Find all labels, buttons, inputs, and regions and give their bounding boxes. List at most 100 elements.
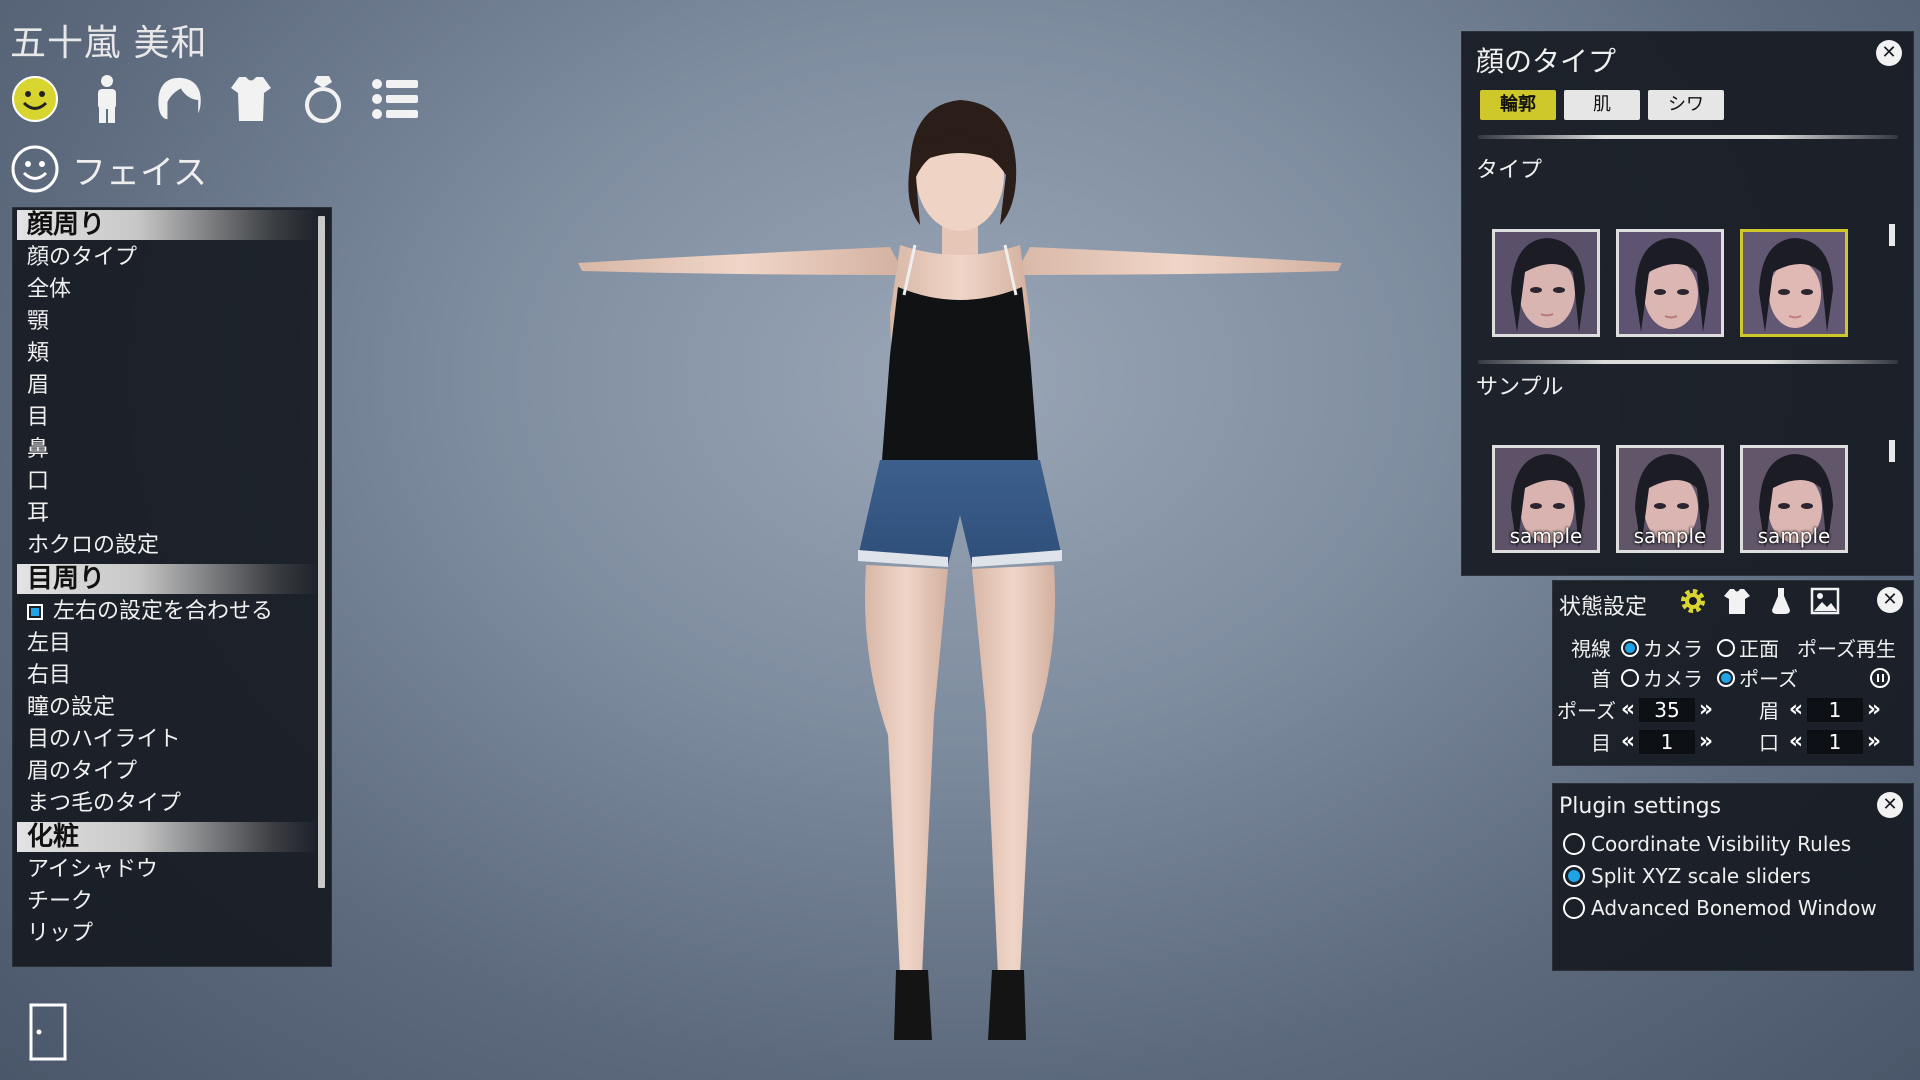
pause-icon[interactable] [1870,667,1890,688]
group-header-eyes: 目周り [17,564,319,594]
brow-stepper: « 1 » [1785,697,1885,722]
state-panel-close-button[interactable]: ✕ [1877,587,1903,613]
menu-item-mouth[interactable]: 口 [13,466,331,498]
neck-label: 首 [1591,667,1611,691]
sync-eyes-checkbox[interactable]: 左右の設定を合わせる [13,596,331,628]
face-tabs: 輪郭 肌 シワ [1480,90,1724,120]
mouth-value[interactable]: 1 [1807,729,1863,754]
plugin-panel-close-button[interactable]: ✕ [1877,792,1903,818]
list-icon[interactable] [370,72,420,126]
pose-label: ポーズ [1557,699,1616,723]
chevron-right-icon[interactable]: » [1695,730,1717,753]
menu-item-eye[interactable]: 目 [13,402,331,434]
gaze-row: 視線 カメラ 正面 ポーズ再生 [1565,633,1896,662]
sample-thumb-label: sample [1633,524,1707,548]
neck-camera-radio[interactable] [1621,668,1639,687]
menu-item-lip[interactable]: リップ [13,918,331,950]
gaze-camera-radio[interactable] [1621,638,1639,657]
face-panel-title: 顔のタイプ [1476,45,1617,78]
chevron-left-icon[interactable]: « [1617,730,1639,753]
light-icon[interactable] [1765,585,1797,617]
mouth-label: 口 [1759,731,1779,755]
pose-row: ポーズ « 35 » 眉 « 1 » [1557,695,1885,724]
menu-item-eyebrow[interactable]: 眉 [13,370,331,402]
sample-thumb[interactable]: sample [1492,445,1600,553]
outfit-icon[interactable] [1721,585,1753,617]
menu-item-face-type[interactable]: 顔のタイプ [13,242,331,274]
option-radio[interactable] [1563,897,1585,919]
face-type-thumb[interactable] [1616,229,1724,337]
option-radio[interactable] [1563,865,1585,887]
chevron-left-icon[interactable]: « [1785,698,1807,721]
face-type-thumb[interactable] [1492,229,1600,337]
neck-pose-label: ポーズ [1739,667,1798,691]
sample-scrollbar[interactable] [1889,440,1895,462]
menu-item-blush[interactable]: チーク [13,886,331,918]
chevron-right-icon[interactable]: » [1863,730,1885,753]
option-label: Advanced Bonemod Window [1591,896,1877,920]
close-icon: ✕ [1881,42,1897,63]
body-icon[interactable] [82,72,132,126]
clothes-icon[interactable] [226,72,276,126]
menu-scrollbar[interactable] [318,216,325,888]
menu-item-overall[interactable]: 全体 [13,274,331,306]
menu-item-nose[interactable]: 鼻 [13,434,331,466]
menu-item-cheek[interactable]: 頬 [13,338,331,370]
eye-value[interactable]: 1 [1639,729,1695,754]
face-icon[interactable] [10,72,60,126]
tab-contour[interactable]: 輪郭 [1480,90,1556,120]
menu-item-pupil[interactable]: 瞳の設定 [13,692,331,724]
menu-item-eye-highlight[interactable]: 目のハイライト [13,724,331,756]
type-label: タイプ [1476,158,1543,183]
gaze-camera-label: カメラ [1643,637,1703,661]
face-panel-close-button[interactable]: ✕ [1876,40,1902,66]
eye-label: 目 [1591,731,1611,755]
sample-thumb[interactable]: sample [1616,445,1724,553]
sample-thumb-label: sample [1509,524,1583,548]
accessory-icon[interactable] [298,72,348,126]
menu-item-right-eye[interactable]: 右目 [13,660,331,692]
face-type-thumb-selected[interactable] [1740,229,1848,337]
category-bar [10,72,420,126]
gear-icon[interactable] [1677,585,1709,617]
menu-item-ear[interactable]: 耳 [13,498,331,530]
tab-wrinkle[interactable]: シワ [1648,90,1724,120]
chevron-right-icon[interactable]: » [1695,698,1717,721]
menu-item-left-eye[interactable]: 左目 [13,628,331,660]
sample-thumb-row: sample sample sample [1492,445,1848,553]
plugin-option-coordinate-visibility[interactable]: Coordinate Visibility Rules [1563,832,1851,856]
chevron-left-icon[interactable]: « [1617,698,1639,721]
background-icon[interactable] [1809,585,1841,617]
menu-item-eyeshadow[interactable]: アイシャドウ [13,854,331,886]
option-radio[interactable] [1563,833,1585,855]
pose-value[interactable]: 35 [1639,697,1695,722]
exit-door-icon[interactable] [28,1002,68,1062]
menu-item-jaw[interactable]: 顎 [13,306,331,338]
state-icon-bar [1677,585,1841,617]
checkbox-icon[interactable] [27,604,43,620]
hair-icon[interactable] [154,72,204,126]
sample-thumb-label: sample [1757,524,1831,548]
menu-item-mole[interactable]: ホクロの設定 [13,530,331,562]
character-name: 五十嵐 美和 [10,23,208,64]
divider [1478,135,1898,139]
gaze-front-radio[interactable] [1717,638,1735,657]
chevron-right-icon[interactable]: » [1863,698,1885,721]
plugin-option-advanced-bonemod[interactable]: Advanced Bonemod Window [1563,896,1877,920]
menu-item-eyelash-type[interactable]: まつ毛のタイプ [13,788,331,820]
neck-pose-radio[interactable] [1717,668,1735,687]
neck-row: 首 カメラ ポーズ [1565,663,1890,692]
state-panel-title: 状態設定 [1559,595,1648,620]
pose-play-label: ポーズ再生 [1797,637,1896,661]
tab-skin[interactable]: 肌 [1564,90,1640,120]
group-header-face: 顔周り [17,210,319,240]
section-title-label: フェイス [72,152,207,193]
gaze-label: 視線 [1571,637,1611,661]
plugin-settings-panel: Plugin settings ✕ Coordinate Visibility … [1552,783,1914,971]
menu-item-eyebrow-type[interactable]: 眉のタイプ [13,756,331,788]
brow-value[interactable]: 1 [1807,697,1863,722]
type-scrollbar[interactable] [1889,224,1895,246]
chevron-left-icon[interactable]: « [1785,730,1807,753]
sample-thumb[interactable]: sample [1740,445,1848,553]
plugin-option-split-xyz[interactable]: Split XYZ scale sliders [1563,864,1811,888]
